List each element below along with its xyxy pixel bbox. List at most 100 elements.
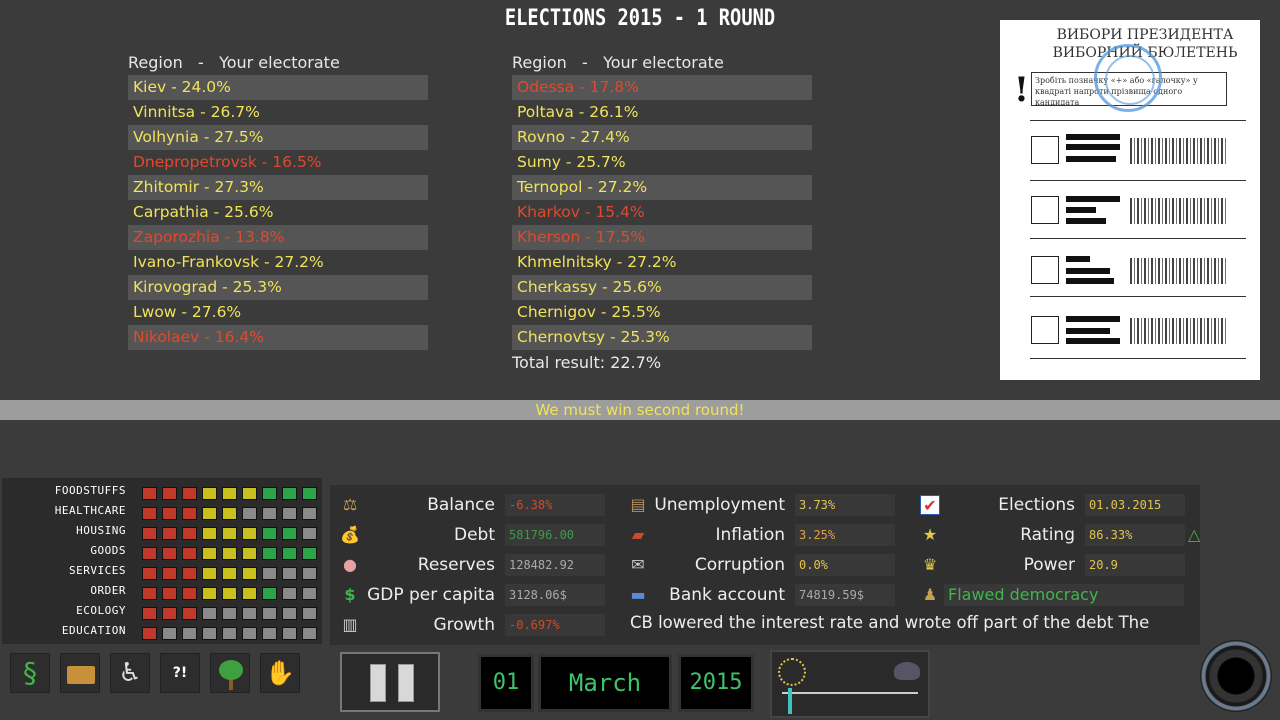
meter-cell <box>202 567 217 580</box>
tree-icon[interactable] <box>210 653 250 693</box>
meter-cell <box>182 547 197 560</box>
money-bag-icon: 💰 <box>340 525 360 544</box>
meter-cell <box>302 527 317 540</box>
exclamation-icon: ! <box>1014 70 1029 110</box>
meter-row: GOODS <box>2 541 322 561</box>
region-row: Kiev - 24.0% <box>128 75 428 100</box>
snake-icon[interactable]: § <box>10 653 50 693</box>
divider <box>1030 238 1246 239</box>
meter-cell <box>282 547 297 560</box>
regime-value: Flawed democracy <box>944 584 1184 606</box>
pause-button[interactable] <box>340 652 440 712</box>
meter-cell <box>302 607 317 620</box>
divider <box>1030 296 1246 297</box>
balance-value: -6.38% <box>505 494 605 516</box>
status-banner: We must win second round! <box>0 400 1280 420</box>
disabled-magnet-icon[interactable]: ♿ <box>110 653 150 693</box>
gdp-value: 3128.06$ <box>505 584 605 606</box>
region-row: Volhynia - 27.5% <box>128 125 428 150</box>
meter-cell <box>222 487 237 500</box>
meter-cell <box>262 507 277 520</box>
crown-icon: ♛ <box>922 555 938 574</box>
meter-row: HOUSING <box>2 521 322 541</box>
region-row: Nikolaev - 16.4% <box>128 325 428 350</box>
meter-cell <box>282 567 297 580</box>
meter-cell <box>282 487 297 500</box>
ballot-title-line1: ВИБОРИ ПРЕЗИДЕНТА <box>1056 27 1234 43</box>
month-display: March <box>538 654 672 712</box>
hand-icon[interactable]: ✋ <box>260 653 300 693</box>
meter-cell <box>282 507 297 520</box>
meter-cell <box>142 547 157 560</box>
rating-label: Rating <box>1020 525 1075 545</box>
growth-value: -0.697% <box>505 614 605 636</box>
debt-value: 581796.00 <box>505 524 605 546</box>
star-icon: ★ <box>922 525 938 544</box>
ballot-checkbox[interactable] <box>1031 316 1059 344</box>
meter-cell <box>202 587 217 600</box>
geopolitics-slider[interactable] <box>770 650 930 718</box>
elections-label: Elections <box>998 495 1075 515</box>
column-header: Region - Your electorate <box>512 53 724 72</box>
meter-cell <box>142 567 157 580</box>
region-row: Sumy - 25.7% <box>517 153 626 171</box>
meter-cell <box>262 627 277 640</box>
meter-cell <box>242 527 257 540</box>
meter-cell <box>282 627 297 640</box>
speech-question-icon[interactable]: ?! <box>160 653 200 693</box>
meter-cell <box>302 567 317 580</box>
meter-cell <box>202 507 217 520</box>
region-row: Odessa - 17.8% <box>512 75 812 100</box>
meter-cell <box>202 627 217 640</box>
meter-cell <box>182 487 197 500</box>
briefcase-icon[interactable] <box>60 653 100 693</box>
meter-cell <box>302 587 317 600</box>
rating-value: 86.33% <box>1085 524 1185 546</box>
meter-cell <box>182 567 197 580</box>
power-value: 20.9 <box>1085 554 1185 576</box>
unemployment-label: Unemployment <box>654 495 785 515</box>
column-header: Region - Your electorate <box>128 53 340 72</box>
ballot-checkbox[interactable] <box>1031 256 1059 284</box>
meter-cell <box>202 607 217 620</box>
meter-cell <box>162 507 177 520</box>
meter-cell <box>162 627 177 640</box>
day-display: 01 <box>478 654 534 712</box>
region-row: Zhitomir - 27.3% <box>128 175 428 200</box>
meter-cell <box>142 587 157 600</box>
meter-label: HOUSING <box>76 524 126 537</box>
meter-cell <box>162 487 177 500</box>
divider <box>1030 180 1246 181</box>
ballot-checkbox[interactable] <box>1031 136 1059 164</box>
meter-cell <box>262 587 277 600</box>
region-row: Ivano-Frankovsk - 27.2% <box>133 253 324 271</box>
region-row: Ternopol - 27.2% <box>512 175 812 200</box>
meter-cell <box>262 487 277 500</box>
meter-cell <box>242 487 257 500</box>
gdp-label: GDP per capita <box>367 585 495 605</box>
balance-label: Balance <box>427 495 495 515</box>
meter-cell <box>242 567 257 580</box>
piggy-bank-icon: ● <box>343 555 357 574</box>
meter-row: EDUCATION <box>2 621 322 641</box>
year-display: 2015 <box>678 654 754 712</box>
meter-cell <box>162 527 177 540</box>
meter-cell <box>162 607 177 620</box>
slider-handle[interactable] <box>788 688 792 714</box>
ballot-checkbox[interactable] <box>1031 196 1059 224</box>
region-row: Vinnitsa - 26.7% <box>133 103 260 121</box>
meter-cell <box>182 607 197 620</box>
meter-cell <box>162 567 177 580</box>
eu-stars-icon <box>778 658 806 686</box>
power-label: Power <box>1023 555 1075 575</box>
news-ticker: CB lowered the interest rate and wrote o… <box>630 613 1150 632</box>
meter-row: ECOLOGY <box>2 601 322 621</box>
meter-cell <box>182 627 197 640</box>
meter-cell <box>262 607 277 620</box>
region-row: Zaporozhia - 13.8% <box>128 225 428 250</box>
inflation-icon: ▰ <box>631 525 645 544</box>
envelope-icon: ✉ <box>631 555 645 574</box>
meter-cell <box>182 507 197 520</box>
meter-label: ECOLOGY <box>76 604 126 617</box>
speaker-icon[interactable] <box>1200 640 1272 712</box>
